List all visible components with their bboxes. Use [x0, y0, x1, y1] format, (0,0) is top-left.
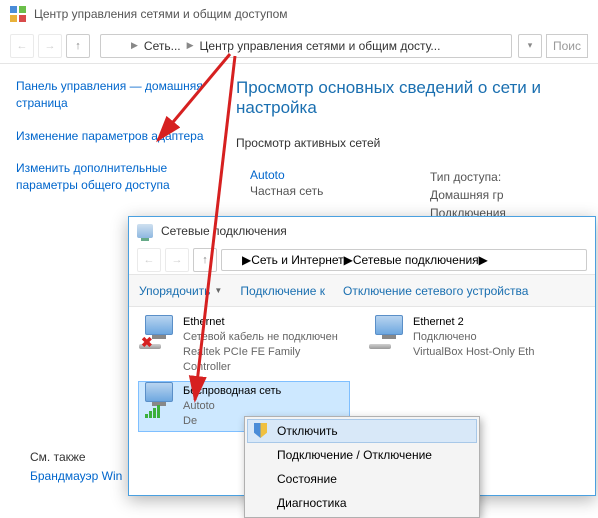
active-network-row: Autoto Частная сеть Тип доступа: Домашня…: [236, 164, 582, 222]
up-button[interactable]: ↑: [193, 248, 217, 272]
page-heading: Просмотр основных сведений о сети и наст…: [236, 78, 582, 118]
breadcrumb-item[interactable]: Центр управления сетями и общим досту...: [200, 39, 441, 53]
section-label: Просмотр активных сетей: [236, 136, 582, 150]
main-panel: Просмотр основных сведений о сети и наст…: [206, 78, 582, 222]
search-input[interactable]: Поис: [546, 34, 588, 58]
nav-bar: ← → ↑ ▶ Сеть и Интернет ▶ Сетевые подклю…: [129, 245, 595, 275]
chevron-down-icon: ▼: [214, 286, 222, 295]
sidebar-adapter-settings-link[interactable]: Изменение параметров адаптера: [16, 128, 206, 145]
disable-device-button[interactable]: Отключение сетевого устройства: [343, 284, 528, 298]
window-titlebar: Сетевые подключения: [129, 217, 595, 245]
dropdown-button[interactable]: ▾: [518, 34, 542, 58]
back-button[interactable]: ←: [137, 248, 161, 272]
window-titlebar: Центр управления сетями и общим доступом: [0, 0, 598, 28]
back-button[interactable]: ←: [10, 34, 34, 58]
breadcrumb-item[interactable]: Сеть и Интернет: [251, 253, 343, 267]
chevron-right-icon: ▶: [479, 253, 488, 267]
homegroup-label: Домашняя гр: [430, 186, 506, 204]
sidebar-home-link[interactable]: Панель управления — домашняя страница: [16, 78, 206, 112]
breadcrumb[interactable]: ▶ Сеть и Интернет ▶ Сетевые подключения …: [221, 249, 587, 271]
ethernet-connected-icon: [369, 315, 409, 351]
organize-menu[interactable]: Упорядочить▼: [139, 284, 222, 298]
context-menu: Отключить Подключение / Отключение Состо…: [244, 416, 480, 518]
control-panel-icon: [107, 39, 121, 53]
breadcrumb-item[interactable]: Сетевые подключения: [353, 253, 479, 267]
menu-connect-disconnect[interactable]: Подключение / Отключение: [247, 443, 477, 467]
see-also: См. также Брандмауэр Win: [30, 448, 122, 486]
forward-button[interactable]: →: [165, 248, 189, 272]
breadcrumb[interactable]: ▶ Сеть... ▶ Центр управления сетями и об…: [100, 34, 512, 58]
network-icon: [137, 224, 153, 238]
adapter-ethernet[interactable]: ✖ EthernetСетевой кабель не подключенRea…: [139, 315, 349, 374]
chevron-right-icon: ▶: [242, 253, 251, 267]
window-title: Сетевые подключения: [161, 224, 287, 238]
chevron-right-icon: ▶: [344, 253, 353, 267]
adapter-ethernet2[interactable]: Ethernet 2ПодключеноVirtualBox Host-Only…: [369, 315, 579, 374]
menu-status[interactable]: Состояние: [247, 467, 477, 491]
access-type-label: Тип доступа:: [430, 168, 506, 186]
menu-disable[interactable]: Отключить: [247, 419, 477, 443]
ethernet-disconnected-icon: ✖: [139, 315, 179, 351]
breadcrumb-item[interactable]: Сеть...: [144, 39, 181, 53]
chevron-right-icon: ▶: [131, 40, 138, 51]
control-panel-icon: [10, 6, 26, 22]
forward-button[interactable]: →: [38, 34, 62, 58]
chevron-right-icon: ▶: [187, 40, 194, 51]
wifi-connected-icon: [139, 382, 179, 418]
network-icon: [228, 254, 242, 266]
connect-to-button[interactable]: Подключение к: [240, 284, 325, 298]
up-button[interactable]: ↑: [66, 34, 90, 58]
network-name-link[interactable]: Autoto: [250, 168, 430, 182]
network-type: Частная сеть: [250, 182, 430, 198]
sidebar-sharing-link[interactable]: Изменить дополнительные параметры общего…: [16, 160, 206, 194]
window-title: Центр управления сетями и общим доступом: [34, 7, 288, 21]
firewall-link[interactable]: Брандмауэр Win: [30, 467, 122, 486]
nav-bar: ← → ↑ ▶ Сеть... ▶ Центр управления сетям…: [0, 28, 598, 64]
toolbar: Упорядочить▼ Подключение к Отключение се…: [129, 275, 595, 307]
sidebar: Панель управления — домашняя страница Из…: [16, 78, 206, 222]
menu-diagnose[interactable]: Диагностика: [247, 491, 477, 515]
shield-icon: [254, 423, 270, 439]
